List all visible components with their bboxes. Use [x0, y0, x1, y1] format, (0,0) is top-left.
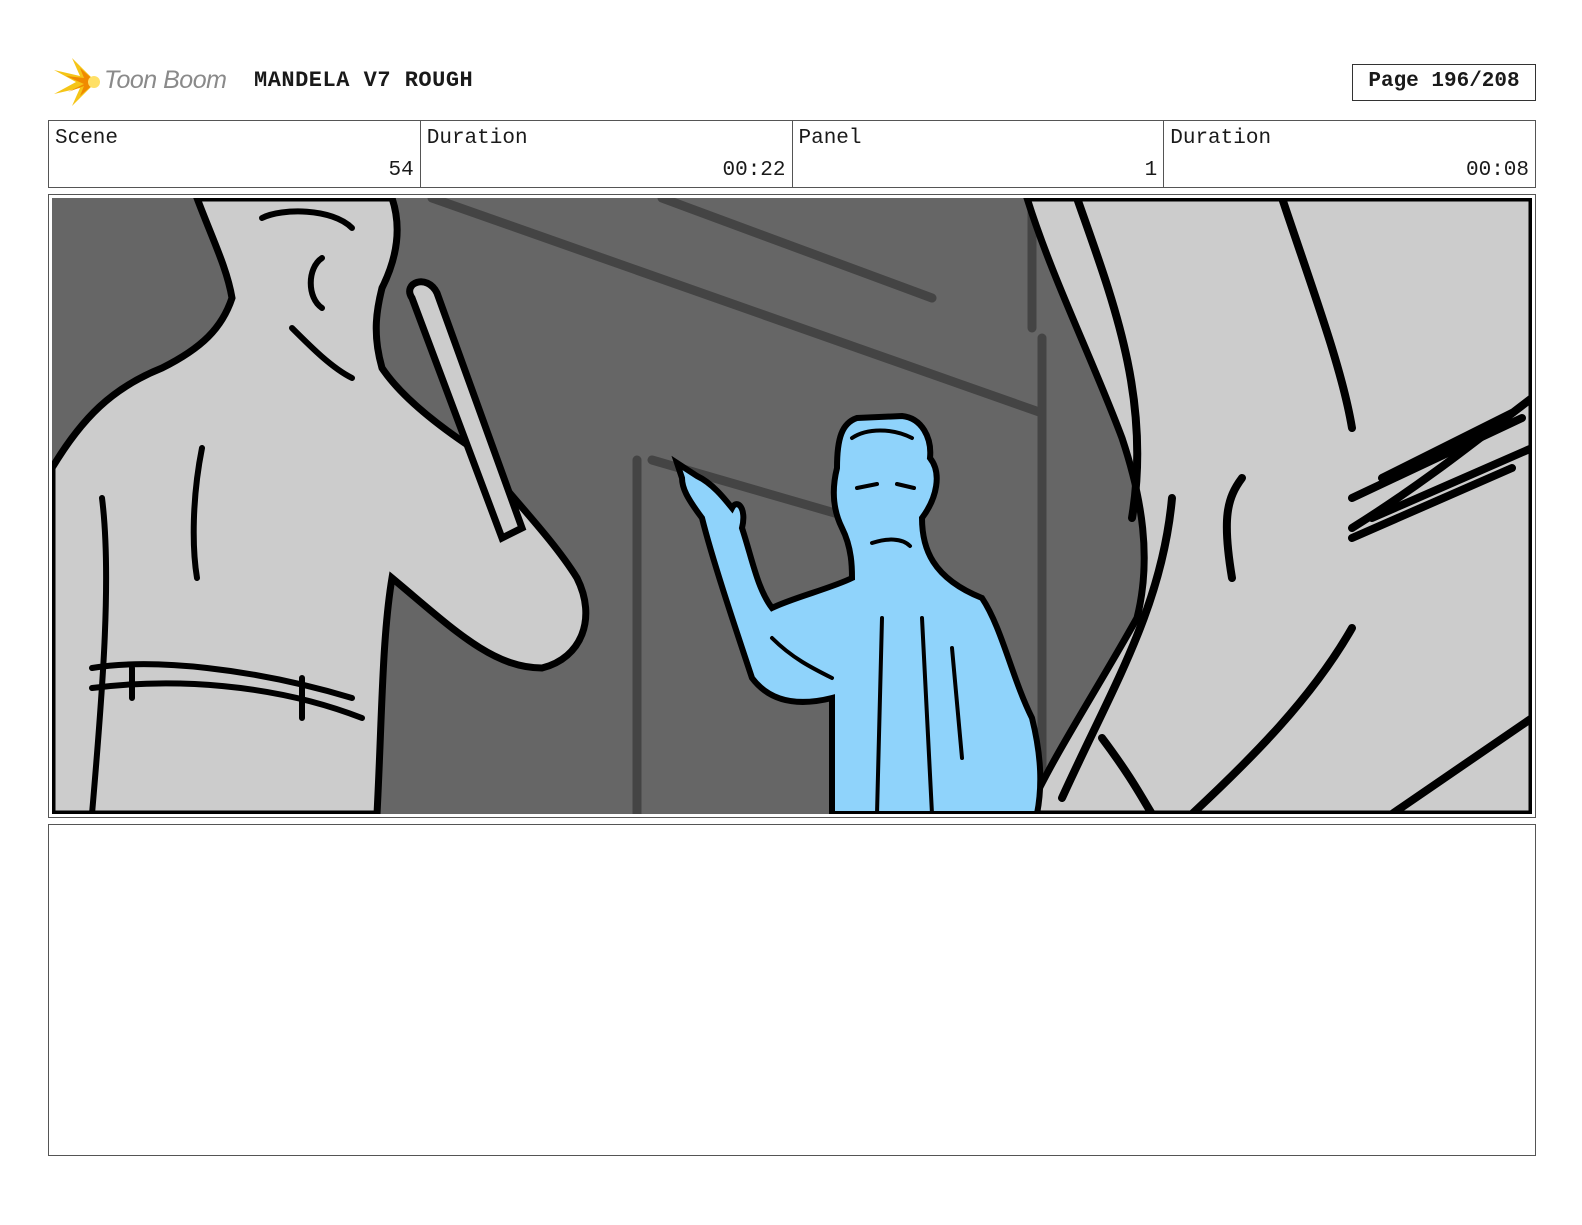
- panel-value: 1: [1144, 159, 1158, 182]
- panel-duration-value: 00:08: [1465, 159, 1529, 182]
- storyboard-sketch: [52, 198, 1532, 814]
- logo-wordmark: Toon Boom: [104, 66, 227, 94]
- storyboard-panel: [48, 194, 1536, 818]
- scene-label: Scene: [55, 127, 119, 150]
- panel-label: Panel: [798, 127, 862, 150]
- panel-duration-cell: Duration 00:08: [1164, 121, 1535, 187]
- panel-notes-box: [48, 824, 1536, 1156]
- page-indicator: Page 196/208: [1352, 64, 1536, 101]
- scene-info-table: Scene 54 Duration 00:22 Panel 1 Duration…: [48, 120, 1536, 188]
- scene-duration-cell: Duration 00:22: [421, 121, 793, 187]
- panel-duration-label: Duration: [1170, 127, 1272, 150]
- scene-duration-value: 00:22: [722, 159, 786, 182]
- starburst-icon: [54, 58, 100, 106]
- scene-value: 54: [388, 159, 414, 182]
- scene-duration-label: Duration: [426, 127, 528, 150]
- project-title: MANDELA V7 ROUGH: [254, 68, 474, 93]
- toon-boom-logo: Toon Boom: [50, 56, 240, 108]
- scene-cell: Scene 54: [49, 121, 421, 187]
- panel-cell: Panel 1: [793, 121, 1165, 187]
